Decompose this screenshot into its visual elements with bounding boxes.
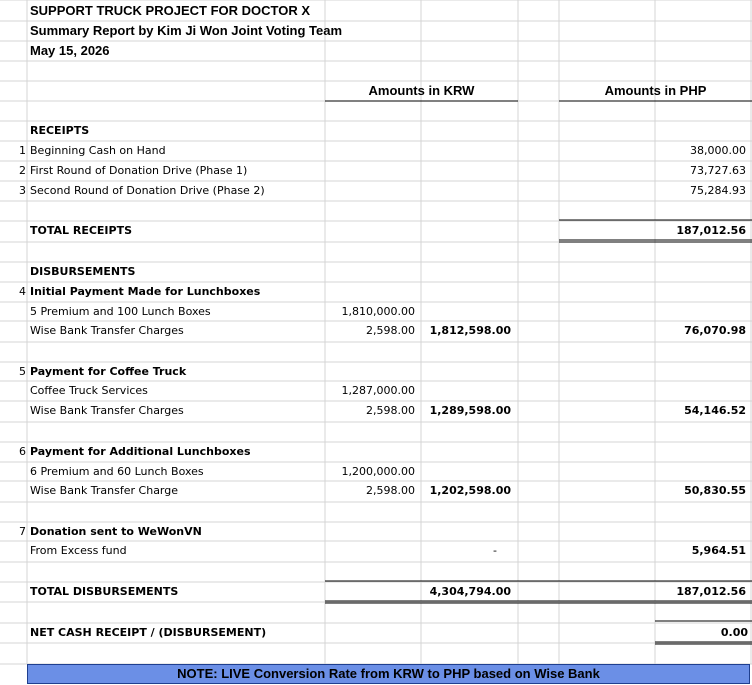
krw-column-header[interactable]: Amounts in KRW [325,81,518,101]
disbursement-krw[interactable]: 1,200,000.00 [325,462,415,482]
donation-title[interactable]: Donation sent to WeWonVN [30,522,202,542]
disbursement-subtotal-krw[interactable]: 1,812,598.00 [421,321,511,341]
total-disbursements-php[interactable]: 187,012.56 [559,582,746,602]
disbursement-line[interactable]: 5 Premium and 100 Lunch Boxes [30,302,211,322]
row-number[interactable]: 7 [10,522,26,542]
donation-line[interactable]: From Excess fund [30,541,127,561]
disbursements-heading[interactable]: DISBURSEMENTS [30,262,135,282]
net-cash-php[interactable]: 0.00 [655,623,748,643]
disbursement-title[interactable]: Payment for Coffee Truck [30,362,186,382]
disbursement-php[interactable]: 50,830.55 [559,481,746,501]
receipt-php[interactable]: 75,284.93 [559,181,746,201]
disbursement-line[interactable]: 6 Premium and 60 Lunch Boxes [30,462,204,482]
net-cash-label[interactable]: NET CASH RECEIPT / (DISBURSEMENT) [30,623,266,643]
disbursement-krw[interactable]: 1,810,000.00 [325,302,415,322]
disbursement-line[interactable]: Coffee Truck Services [30,381,148,401]
disbursement-php[interactable]: 54,146.52 [559,401,746,421]
conversion-note-banner[interactable]: NOTE: LIVE Conversion Rate from KRW to P… [27,664,750,684]
total-disbursements-krw[interactable]: 4,304,794.00 [421,582,511,602]
receipt-label[interactable]: Beginning Cash on Hand [30,141,166,161]
disbursement-subtotal-krw[interactable]: 1,202,598.00 [421,481,511,501]
total-disbursements-label[interactable]: TOTAL DISBURSEMENTS [30,582,178,602]
disbursement-line[interactable]: Wise Bank Transfer Charges [30,321,184,341]
spreadsheet: SUPPORT TRUCK PROJECT FOR DOCTOR X Summa… [0,0,752,685]
disbursement-title[interactable]: Initial Payment Made for Lunchboxes [30,282,260,302]
row-number[interactable]: 2 [10,161,26,181]
row-number[interactable]: 6 [10,442,26,462]
total-receipts-label[interactable]: TOTAL RECEIPTS [30,221,132,241]
donation-krw[interactable]: - [421,541,497,561]
receipt-label[interactable]: Second Round of Donation Drive (Phase 2) [30,181,265,201]
row-number[interactable]: 5 [10,362,26,382]
disbursement-krw[interactable]: 2,598.00 [325,481,415,501]
disbursement-title[interactable]: Payment for Additional Lunchboxes [30,442,251,462]
php-column-header[interactable]: Amounts in PHP [559,81,752,101]
donation-php[interactable]: 5,964.51 [559,541,746,561]
disbursement-php[interactable]: 76,070.98 [559,321,746,341]
disbursement-line[interactable]: Wise Bank Transfer Charge [30,481,178,501]
receipt-label[interactable]: First Round of Donation Drive (Phase 1) [30,161,247,181]
disbursement-krw[interactable]: 1,287,000.00 [325,381,415,401]
total-receipts-php[interactable]: 187,012.56 [559,221,746,241]
receipt-php[interactable]: 38,000.00 [559,141,746,161]
row-number[interactable]: 1 [10,141,26,161]
disbursement-subtotal-krw[interactable]: 1,289,598.00 [421,401,511,421]
row-number[interactable]: 3 [10,181,26,201]
report-date[interactable]: May 15, 2026 [30,41,110,61]
receipts-heading[interactable]: RECEIPTS [30,121,89,141]
row-number[interactable]: 4 [10,282,26,302]
disbursement-line[interactable]: Wise Bank Transfer Charges [30,401,184,421]
receipt-php[interactable]: 73,727.63 [559,161,746,181]
report-title[interactable]: SUPPORT TRUCK PROJECT FOR DOCTOR X [30,1,310,21]
disbursement-krw[interactable]: 2,598.00 [325,321,415,341]
disbursement-krw[interactable]: 2,598.00 [325,401,415,421]
report-subtitle[interactable]: Summary Report by Kim Ji Won Joint Votin… [30,21,342,41]
